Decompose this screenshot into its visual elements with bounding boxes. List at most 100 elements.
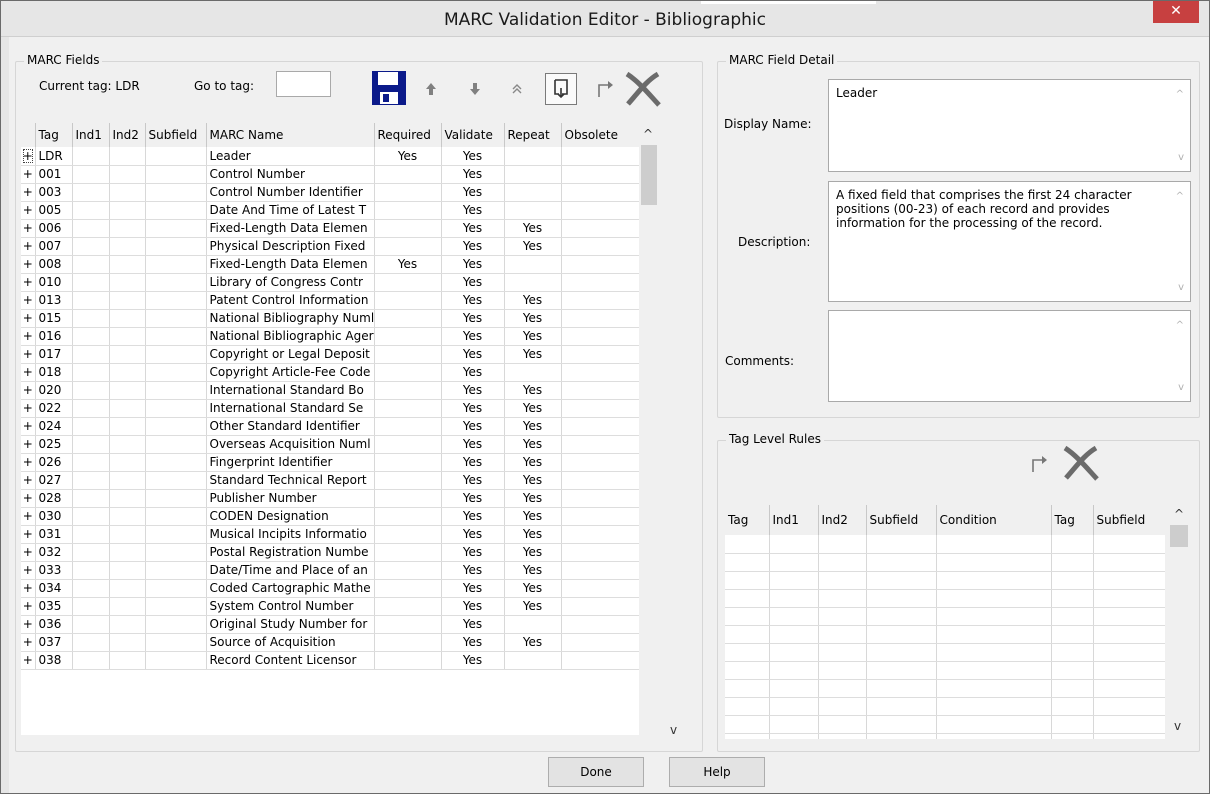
- col-header-repeat[interactable]: Repeat: [504, 123, 562, 147]
- tag-rule-cell[interactable]: [1051, 607, 1094, 626]
- comments-field[interactable]: ^ v: [828, 310, 1191, 402]
- tag-rule-cell[interactable]: [936, 679, 1052, 698]
- marc-field-row[interactable]: +033 Date/Time and Place of an Yes Yes: [21, 561, 639, 580]
- tag-rule-cell[interactable]: [818, 607, 867, 626]
- expand-cell[interactable]: +: [21, 633, 36, 652]
- tag-rules-scrollbar[interactable]: ^ v: [1167, 505, 1191, 739]
- tag-rule-cell[interactable]: [936, 697, 1052, 716]
- tag-rule-row[interactable]: [725, 607, 1165, 626]
- expand-cell[interactable]: +: [21, 525, 36, 544]
- expand-cell[interactable]: +: [21, 399, 36, 418]
- tag-rule-cell[interactable]: [1051, 697, 1094, 716]
- tag-rule-row[interactable]: [725, 643, 1165, 662]
- expand-cell[interactable]: +: [21, 273, 36, 292]
- rules-scroll-up-arrow[interactable]: ^: [1174, 507, 1184, 521]
- expand-cell[interactable]: +: [21, 507, 36, 526]
- expand-cell[interactable]: +: [21, 147, 36, 166]
- move-top-button[interactable]: [501, 73, 533, 105]
- tag-rule-cell[interactable]: [1051, 625, 1094, 644]
- tag-rule-cell[interactable]: [725, 643, 770, 662]
- tag-rule-cell[interactable]: [1051, 661, 1094, 680]
- marc-field-row[interactable]: +026 Fingerprint Identifier Yes Yes: [21, 453, 639, 472]
- tag-rule-cell[interactable]: [936, 733, 1052, 739]
- marc-field-row[interactable]: +038 Record Content Licensor Yes: [21, 651, 639, 670]
- marc-field-row[interactable]: +020 International Standard Bo Yes Yes: [21, 381, 639, 400]
- tag-rule-cell[interactable]: [1051, 553, 1094, 572]
- expand-cell[interactable]: +: [21, 327, 36, 346]
- tag-rule-cell[interactable]: [769, 553, 819, 572]
- done-button[interactable]: Done: [548, 757, 644, 787]
- tag-rule-cell[interactable]: [1093, 661, 1165, 680]
- rule-col-condition[interactable]: Condition: [936, 505, 1052, 535]
- save-button[interactable]: [370, 69, 408, 107]
- marc-field-row[interactable]: +017 Copyright or Legal Deposit Yes Yes: [21, 345, 639, 364]
- tag-rule-cell[interactable]: [1051, 733, 1094, 739]
- tag-rule-cell[interactable]: [866, 697, 937, 716]
- tag-rule-cell[interactable]: [936, 535, 1052, 554]
- tag-rule-cell[interactable]: [1093, 553, 1165, 572]
- tag-rule-cell[interactable]: [725, 625, 770, 644]
- scroll-down-arrow[interactable]: v: [670, 723, 677, 737]
- rule-col-subfield[interactable]: Subfield: [866, 505, 937, 535]
- tag-rule-cell[interactable]: [866, 625, 937, 644]
- tag-rule-row[interactable]: [725, 715, 1165, 734]
- expand-cell[interactable]: +: [21, 417, 36, 436]
- col-header-subfield[interactable]: Subfield: [145, 123, 207, 147]
- tag-rule-cell[interactable]: [725, 571, 770, 590]
- description-field[interactable]: A fixed field that comprises the first 2…: [828, 181, 1191, 302]
- tag-rule-cell[interactable]: [1093, 715, 1165, 734]
- col-header-marc-name[interactable]: MARC Name: [206, 123, 375, 147]
- marc-field-row[interactable]: +035 System Control Number Yes Yes: [21, 597, 639, 616]
- expand-cell[interactable]: +: [21, 561, 36, 580]
- scrollbar-thumb[interactable]: [641, 145, 657, 205]
- insert-button[interactable]: [545, 73, 577, 105]
- scroll-up-arrow[interactable]: ^: [643, 127, 653, 141]
- expand-cell[interactable]: +: [21, 597, 36, 616]
- col-header-tag[interactable]: Tag: [35, 123, 73, 147]
- go-to-button[interactable]: [589, 73, 621, 105]
- tag-rule-cell[interactable]: [866, 733, 937, 739]
- expand-cell[interactable]: +: [21, 543, 36, 562]
- tag-rule-cell[interactable]: [769, 571, 819, 590]
- tag-rule-cell[interactable]: [769, 625, 819, 644]
- tag-rule-row[interactable]: [725, 697, 1165, 716]
- tag-rule-cell[interactable]: [818, 553, 867, 572]
- marc-field-row[interactable]: +034 Coded Cartographic Mathe Yes Yes: [21, 579, 639, 598]
- expand-cell[interactable]: +: [21, 453, 36, 472]
- tag-rule-cell[interactable]: [725, 589, 770, 608]
- tag-rule-cell[interactable]: [936, 553, 1052, 572]
- display-name-field[interactable]: Leader ^ v: [828, 79, 1191, 172]
- marc-field-row[interactable]: +013 Patent Control Information Yes Yes: [21, 291, 639, 310]
- marc-field-row[interactable]: +030 CODEN Designation Yes Yes: [21, 507, 639, 526]
- tag-rule-cell[interactable]: [725, 553, 770, 572]
- tag-rule-cell[interactable]: [866, 643, 937, 662]
- marc-field-row[interactable]: +032 Postal Registration Numbe Yes Yes: [21, 543, 639, 562]
- tag-rule-cell[interactable]: [1051, 679, 1094, 698]
- marc-field-row[interactable]: +037 Source of Acquisition Yes Yes: [21, 633, 639, 652]
- close-button[interactable]: ✕: [1153, 1, 1199, 23]
- tag-rule-cell[interactable]: [866, 571, 937, 590]
- tag-rule-cell[interactable]: [769, 661, 819, 680]
- expand-cell[interactable]: +: [21, 219, 36, 238]
- tag-rule-cell[interactable]: [1093, 535, 1165, 554]
- tag-rule-row[interactable]: [725, 571, 1165, 590]
- marc-field-row[interactable]: +015 National Bibliography Numl Yes Yes: [21, 309, 639, 328]
- tag-rule-cell[interactable]: [866, 589, 937, 608]
- tag-rule-cell[interactable]: [1051, 715, 1094, 734]
- tag-rule-cell[interactable]: [769, 697, 819, 716]
- marc-field-row[interactable]: +025 Overseas Acquisition Numl Yes Yes: [21, 435, 639, 454]
- tag-rule-cell[interactable]: [866, 679, 937, 698]
- tag-rule-cell[interactable]: [725, 697, 770, 716]
- tag-rule-cell[interactable]: [936, 589, 1052, 608]
- expand-cell[interactable]: +: [21, 651, 36, 670]
- tag-rule-cell[interactable]: [936, 715, 1052, 734]
- tag-rule-cell[interactable]: [818, 589, 867, 608]
- tag-rule-cell[interactable]: [1093, 733, 1165, 739]
- tag-rule-cell[interactable]: [769, 679, 819, 698]
- tag-rule-cell[interactable]: [936, 625, 1052, 644]
- tag-rule-row[interactable]: [725, 625, 1165, 644]
- tag-rule-cell[interactable]: [866, 607, 937, 626]
- tag-rule-cell[interactable]: [866, 553, 937, 572]
- col-header-required[interactable]: Required: [374, 123, 442, 147]
- marc-field-row[interactable]: +008 Fixed-Length Data Elemen Yes Yes: [21, 255, 639, 274]
